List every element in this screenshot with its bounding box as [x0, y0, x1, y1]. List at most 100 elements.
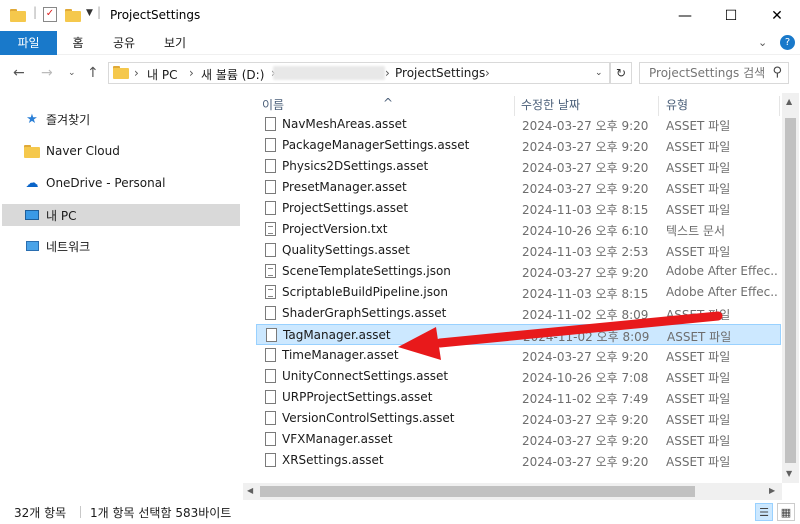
file-date-modified: 2024-11-02 오후 7:49: [522, 392, 649, 406]
help-icon[interactable]: ?: [780, 35, 795, 50]
vertical-scroll-thumb[interactable]: [785, 118, 796, 463]
sidebar-item-network[interactable]: 네트워크: [2, 235, 240, 257]
file-type: ASSET 파일: [666, 245, 731, 259]
breadcrumb-this-pc[interactable]: 내 PC: [147, 66, 177, 83]
cloud-icon: ☁: [25, 175, 39, 191]
file-type: ASSET 파일: [666, 371, 731, 385]
up-arrow-icon[interactable]: ↑: [87, 65, 99, 81]
file-row[interactable]: URPProjectSettings.asset 2024-11-02 오후 7:…: [256, 387, 781, 408]
file-name: ShaderGraphSettings.asset: [282, 306, 447, 320]
file-type: 텍스트 문서: [666, 224, 726, 238]
file-row[interactable]: XRSettings.asset 2024-03-27 오후 9:20 ASSET …: [256, 450, 781, 471]
file-row[interactable]: NavMeshAreas.asset 2024-03-27 오후 9:20 ASSE…: [256, 114, 781, 135]
file-row[interactable]: PresetManager.asset 2024-03-27 오후 9:20 ASS…: [256, 177, 781, 198]
column-divider[interactable]: [779, 96, 780, 116]
window-title: ProjectSettings: [110, 8, 201, 22]
file-row[interactable]: VersionControlSettings.asset 2024-03-27 오…: [256, 408, 781, 429]
text-file-icon: [265, 285, 276, 299]
horizontal-scroll-thumb[interactable]: [260, 486, 695, 497]
scroll-down-icon[interactable]: ▼: [786, 469, 792, 478]
expand-ribbon-icon[interactable]: ⌄: [758, 36, 767, 49]
selection-info: 1개 항목 선택함 583바이트: [90, 506, 232, 520]
breadcrumb-drive[interactable]: 새 볼륨 (D:): [201, 66, 264, 83]
breadcrumb-separator[interactable]: ›: [485, 66, 490, 80]
horizontal-scrollbar[interactable]: ◀ ▶: [243, 483, 782, 500]
scroll-left-icon[interactable]: ◀: [247, 486, 253, 495]
close-button[interactable]: ✕: [754, 0, 800, 31]
file-type: ASSET 파일: [666, 413, 731, 427]
file-row[interactable]: ShaderGraphSettings.asset 2024-11-02 오후 8…: [256, 303, 781, 324]
file-date-modified: 2024-03-27 오후 9:20: [522, 119, 649, 133]
file-row[interactable]: SceneTemplateSettings.json 2024-03-27 오후 …: [256, 261, 781, 282]
file-list: MultiplayerManager.asset2024-10-26 오후 6:…: [243, 93, 800, 483]
tab-share[interactable]: 공유: [106, 31, 142, 55]
search-input[interactable]: [640, 63, 764, 83]
file-type: ASSET 파일: [666, 203, 731, 217]
search-box[interactable]: ⚲: [639, 62, 789, 84]
column-type[interactable]: 유형: [666, 96, 688, 113]
file-name: NavMeshAreas.asset: [282, 117, 407, 131]
file-name: ProjectSettings.asset: [282, 201, 409, 215]
file-row[interactable]: PackageManagerSettings.asset 2024-03-27 오…: [256, 135, 781, 156]
large-icons-view-icon[interactable]: ▦: [777, 503, 795, 521]
file-row[interactable]: ScriptableBuildPipeline.json 2024-11-03 오…: [256, 282, 781, 303]
file-row[interactable]: TimeManager.asset 2024-03-27 오후 9:20 ASSET…: [256, 345, 781, 366]
column-divider[interactable]: [658, 96, 659, 116]
breadcrumb-separator[interactable]: ›: [385, 66, 390, 80]
file-row[interactable]: ProjectSettings.asset 2024-11-03 오후 8:15 A…: [256, 198, 781, 219]
minimize-button[interactable]: —: [662, 0, 708, 31]
file-type: ASSET 파일: [666, 455, 731, 469]
folder-icon: [113, 66, 129, 79]
refresh-button[interactable]: ↻: [610, 62, 632, 84]
item-count: 32개 항목: [14, 506, 67, 520]
breadcrumb-separator[interactable]: ›: [134, 66, 139, 80]
forward-arrow-icon[interactable]: →: [41, 65, 53, 81]
sidebar-item-quick-access[interactable]: ★ 즐겨찾기: [2, 108, 240, 130]
scroll-right-icon[interactable]: ▶: [769, 486, 775, 495]
vertical-scrollbar[interactable]: ▲ ▼: [782, 93, 799, 483]
sidebar-item-label: 내 PC: [46, 208, 77, 223]
tab-file[interactable]: 파일: [0, 31, 57, 55]
file-row[interactable]: TagManager.asset 2024-11-02 오후 8:09 ASSET …: [256, 324, 781, 345]
breadcrumb-separator[interactable]: ›: [189, 66, 194, 80]
address-bar[interactable]: › 내 PC › 새 볼륨 (D:) › › ProjectSettings ›…: [108, 62, 610, 84]
search-icon[interactable]: ⚲: [772, 65, 782, 80]
column-divider[interactable]: [514, 96, 515, 116]
sidebar-item-this-pc[interactable]: 내 PC: [2, 204, 240, 226]
file-row[interactable]: ProjectVersion.txt 2024-10-26 오후 6:10 텍스트 …: [256, 219, 781, 240]
column-date-modified[interactable]: 수정한 날짜: [521, 96, 580, 113]
network-icon: [24, 238, 40, 254]
file-type: ASSET 파일: [667, 330, 732, 344]
column-name[interactable]: 이름: [262, 96, 284, 113]
sidebar-item-onedrive[interactable]: ☁ OneDrive - Personal: [2, 172, 240, 194]
file-row[interactable]: VFXManager.asset 2024-03-27 오후 9:20 ASSET …: [256, 429, 781, 450]
breadcrumb-projectsettings[interactable]: ProjectSettings: [395, 66, 485, 80]
recent-locations-icon[interactable]: ⌄: [68, 68, 76, 78]
tab-view[interactable]: 보기: [157, 31, 193, 55]
file-row[interactable]: QualitySettings.asset 2024-11-03 오후 2:53 A…: [256, 240, 781, 261]
new-folder-icon[interactable]: [65, 9, 81, 22]
file-date-modified: 2024-11-03 오후 8:15: [522, 287, 649, 301]
file-name: VFXManager.asset: [282, 432, 393, 446]
file-row[interactable]: Physics2DSettings.asset 2024-03-27 오후 9:2…: [256, 156, 781, 177]
address-dropdown-icon[interactable]: ⌄: [595, 68, 603, 78]
file-name: URPProjectSettings.asset: [282, 390, 433, 404]
file-icon: [265, 306, 276, 320]
properties-icon[interactable]: ✓: [43, 7, 57, 22]
back-arrow-icon[interactable]: ←: [13, 65, 25, 81]
file-row[interactable]: UnityConnectSettings.asset 2024-10-26 오후 …: [256, 366, 781, 387]
file-date-modified: 2024-03-27 오후 9:20: [522, 182, 649, 196]
scroll-up-icon[interactable]: ▲: [786, 97, 792, 106]
maximize-button[interactable]: ☐: [708, 0, 754, 31]
file-icon: [265, 390, 276, 404]
file-icon: [265, 432, 276, 446]
file-date-modified: 2024-11-02 오후 8:09: [522, 308, 649, 322]
file-type: ASSET 파일: [666, 119, 731, 133]
file-name: QualitySettings.asset: [282, 243, 410, 257]
sort-up-icon: ^: [383, 96, 394, 110]
details-view-icon[interactable]: ☰: [755, 503, 773, 521]
sidebar-item-label: 즐겨찾기: [46, 112, 91, 127]
sidebar-item-naver-cloud[interactable]: Naver Cloud: [2, 140, 240, 162]
quick-access-dropdown-icon[interactable]: ▼: [86, 8, 93, 18]
tab-home[interactable]: 홈: [64, 31, 92, 55]
